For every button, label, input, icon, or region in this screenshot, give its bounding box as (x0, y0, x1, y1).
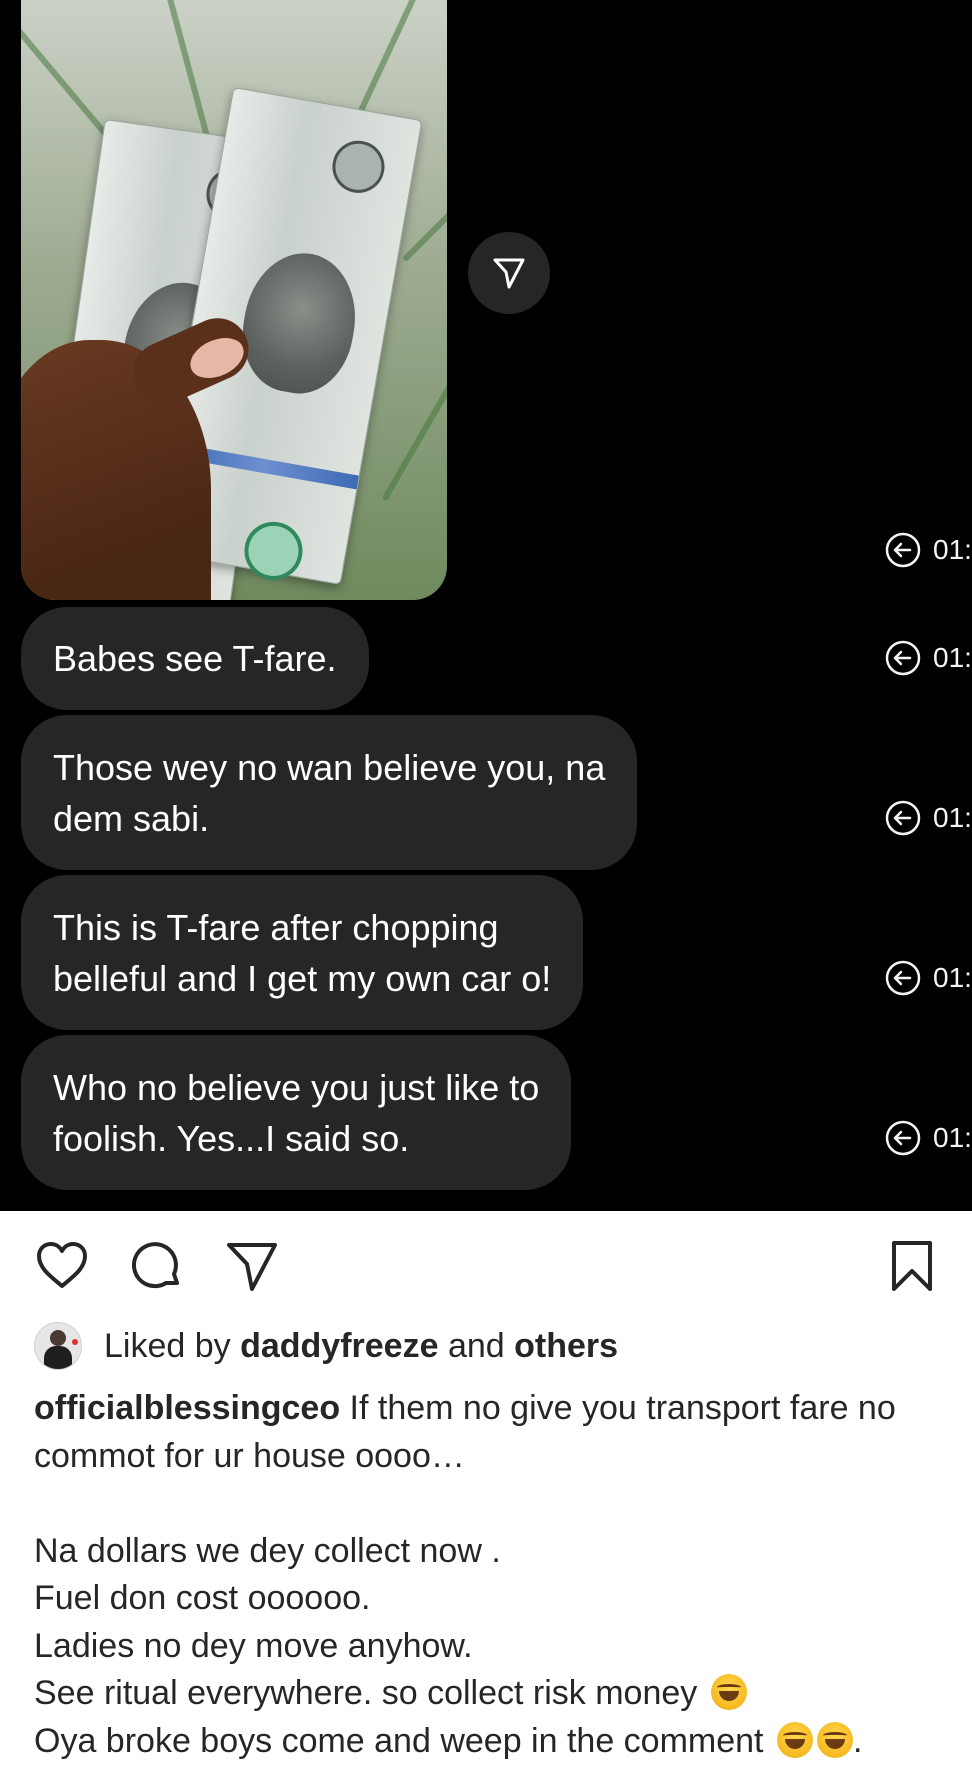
message-time: 01: (884, 799, 972, 837)
avatar-tag (72, 1339, 78, 1345)
message-bubble[interactable]: Those wey no wan believe you, na dem sab… (21, 715, 638, 870)
grinning-squint-face-emoji (816, 1721, 853, 1758)
time-label: 01: (933, 962, 972, 993)
message-text: dem sabi. (53, 797, 210, 839)
caption-line: commot for ur house oooo… (34, 1436, 465, 1475)
caption-line: Na dollars we dey collect now . (34, 1531, 501, 1570)
message-text: This is T-fare after chopping (53, 906, 499, 948)
message-bubble[interactable]: Who no believe you just like to foolish.… (21, 1035, 572, 1190)
bill-portrait (233, 244, 366, 402)
message-time: 01: (884, 531, 972, 569)
caption-username[interactable]: officialblessingceo (34, 1389, 340, 1427)
likes-prefix: Liked by (104, 1326, 231, 1365)
caption-line: Fuel don cost oooooo. (34, 1579, 371, 1617)
bill-seal (328, 136, 389, 197)
reply-icon (885, 960, 921, 996)
time-label: 01: (933, 642, 972, 673)
caption-text: If them no give you transport fare no (349, 1389, 896, 1427)
reply-icon (885, 1120, 921, 1156)
message-text: Those wey no wan believe you, na (53, 746, 606, 788)
heart-icon (37, 1242, 87, 1288)
photo-message[interactable] (21, 0, 447, 600)
save-button[interactable] (884, 1238, 940, 1299)
grinning-squint-face-emoji (776, 1721, 813, 1758)
time-label: 01: (933, 1122, 972, 1153)
comment-icon (131, 1242, 179, 1289)
message-text: Who no believe you just like to (53, 1066, 540, 1108)
caption-line: Ladies no dey move anyhow. (34, 1626, 473, 1665)
message-time: 01: (884, 959, 972, 997)
comment-button[interactable] (128, 1238, 184, 1299)
message-bubble[interactable]: Babes see T-fare. (21, 607, 369, 710)
avatar-body (44, 1346, 72, 1369)
avatar-head (50, 1330, 66, 1346)
avatar[interactable] (34, 1322, 82, 1370)
time-label: 01: (933, 534, 972, 565)
message-text: Babes see T-fare. (53, 638, 337, 679)
message-time: 01: (884, 1119, 972, 1157)
caption-text: See ritual everywhere. so collect risk m… (34, 1674, 698, 1712)
caption: officialblessingceo If them no give you … (34, 1385, 954, 1765)
send-icon (227, 1243, 277, 1291)
message-text: foolish. Yes...I said so. (53, 1117, 410, 1159)
message-bubble[interactable]: This is T-fare after chopping belleful a… (21, 875, 584, 1030)
likes-and: and (447, 1326, 505, 1365)
plant-leaf (381, 273, 447, 502)
grinning-squint-face-emoji (710, 1674, 747, 1710)
bookmark-icon (892, 1241, 932, 1291)
bill-treasury-seal (239, 517, 308, 585)
caption-line: officialblessingceo If them no give you … (34, 1385, 954, 1433)
likes-others[interactable]: others (514, 1327, 618, 1366)
reply-icon (885, 532, 921, 568)
caption-line: Oya broke boys come and weep in the comm… (34, 1721, 863, 1760)
dm-thread: 01: Babes see T-fare. 01: Those wey no w… (0, 0, 972, 1211)
like-button[interactable] (34, 1238, 90, 1299)
message-time: 01: (884, 639, 972, 677)
message-text: belleful and I get my own car o! (53, 957, 552, 999)
reply-icon (885, 640, 921, 676)
time-label: 01: (933, 802, 972, 833)
likes-row[interactable]: Liked by daddyfreeze and others (34, 1322, 618, 1370)
caption-line: See ritual everywhere. so collect risk m… (34, 1670, 954, 1718)
send-icon (493, 258, 525, 289)
share-button[interactable] (224, 1238, 280, 1299)
liked-by-user[interactable]: daddyfreeze (240, 1327, 438, 1366)
share-photo-button[interactable] (468, 232, 550, 314)
caption-text: Oya broke boys come and weep in the comm… (34, 1721, 764, 1760)
reply-icon (885, 800, 921, 836)
